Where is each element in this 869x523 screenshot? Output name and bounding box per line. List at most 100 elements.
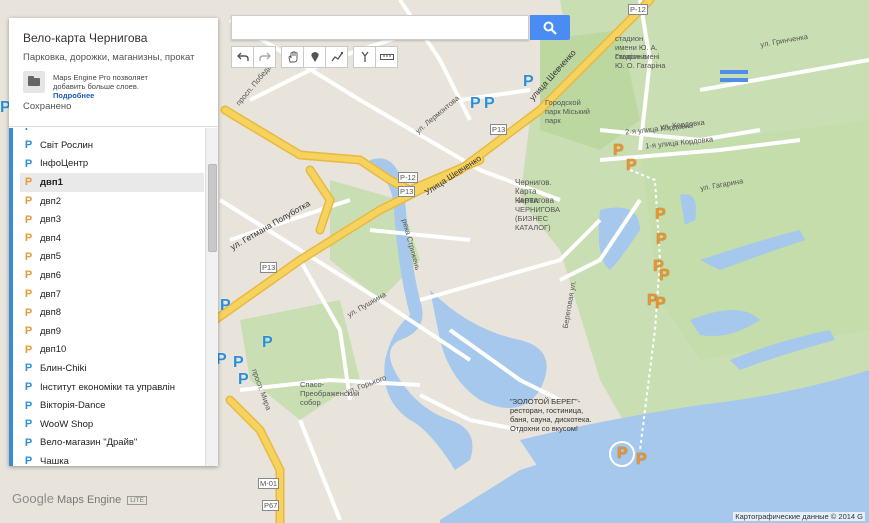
map-marker-blue[interactable]: P	[484, 96, 495, 112]
parking-pin-icon: P	[24, 139, 33, 152]
zoloty-bereg-label: "ЗОЛОТОЙ БЕРЕГ"-ресторан, гостиница, бан…	[510, 397, 592, 433]
marker-icon	[310, 52, 319, 62]
parking-pin-icon: P	[24, 343, 33, 356]
parking-pin-icon: P	[24, 250, 33, 263]
list-item[interactable]: Pдвп3	[20, 210, 204, 229]
pan-tool-button[interactable]	[281, 46, 304, 68]
draw-line-button[interactable]	[325, 46, 348, 68]
undo-button[interactable]	[231, 46, 254, 68]
parking-pin-icon: P	[24, 288, 33, 301]
list-item[interactable]: Pдвп9	[20, 322, 204, 341]
parking-pin-icon: P	[24, 399, 33, 412]
list-item[interactable]: P Вело-магазин "Драйв"	[20, 434, 204, 453]
list-item[interactable]: P Світ Рослин	[20, 136, 204, 155]
map-marker-orange[interactable]: P	[655, 296, 666, 312]
list-item-label: Вікторія-Dance	[40, 400, 106, 412]
add-marker-button[interactable]	[303, 46, 326, 68]
parking-pin-icon: P	[24, 418, 33, 431]
list-item-label: двп7	[40, 288, 62, 300]
search-button[interactable]	[530, 15, 570, 40]
route-shield-m01: М-01	[258, 478, 280, 489]
route-shield-p13-c: Р13	[260, 262, 278, 273]
copyright-text[interactable]: Картографические данные © 2014 G	[733, 512, 865, 521]
list-item-label: двп1	[40, 176, 63, 188]
map-marker-blue[interactable]: P	[523, 74, 534, 90]
map-layers-panel: Вело-карта Чернигова Парковка, дорожки, …	[9, 18, 218, 466]
map-marker-orange[interactable]: P	[656, 232, 667, 248]
map-marker-orange[interactable]: P	[613, 143, 624, 159]
list-item-label: двп4	[40, 232, 62, 244]
park-label: Городской парк Міський парк	[545, 98, 590, 125]
list-item[interactable]: Pдвп1	[20, 173, 204, 192]
route-shield-p13-b: Р13	[398, 186, 416, 197]
map-marker-orange[interactable]: P	[659, 268, 670, 284]
list-item-label: двп9	[40, 325, 62, 337]
route-shield-r12-top: Р-12	[628, 4, 648, 15]
list-item-label: двп2	[40, 195, 62, 207]
parking-pin-icon: P	[24, 232, 33, 245]
save-status: Сохранено	[23, 101, 72, 112]
list-item[interactable]: Pдвп10	[20, 341, 204, 360]
scroll-thumb[interactable]	[208, 164, 217, 252]
list-item[interactable]: Pдвп2	[20, 192, 204, 211]
lite-badge: LITE	[127, 495, 147, 505]
learn-more-link[interactable]: Подробнее	[53, 91, 94, 100]
google-maps-engine-logo: Google Maps Engine LITE	[12, 491, 147, 506]
list-item[interactable]: Pдвп8	[20, 303, 204, 322]
parking-pin-icon: P	[24, 269, 33, 282]
list-scrollbar[interactable]	[205, 128, 218, 466]
undo-icon	[236, 52, 249, 61]
list-item-partial[interactable]: P	[20, 128, 204, 136]
directions-button[interactable]	[353, 46, 376, 68]
route-shield-p67: Р67	[262, 500, 280, 511]
measure-button[interactable]	[375, 46, 398, 68]
list-item[interactable]: P Чашка	[20, 452, 204, 466]
parking-pin-icon: P	[24, 213, 33, 226]
redo-icon	[258, 52, 271, 61]
list-item[interactable]: Pдвп4	[20, 229, 204, 248]
route-shield-p13-a: Р13	[490, 124, 508, 135]
parking-pin-icon: P	[24, 325, 33, 338]
list-item[interactable]: P Вікторія-Dance	[20, 396, 204, 415]
search-input[interactable]	[231, 15, 529, 40]
map-title[interactable]: Вело-карта Чернигова	[23, 31, 147, 45]
list-item[interactable]: Pдвп6	[20, 266, 204, 285]
parking-pin-icon: P	[24, 157, 33, 170]
list-item-label: двп6	[40, 269, 62, 281]
list-item-label: WooW Shop	[40, 418, 94, 430]
stadium-label-ua: стадіон імені Ю. О. Гагаріна	[615, 52, 666, 70]
panel-divider	[9, 126, 218, 127]
list-item[interactable]: P Блин-Chiki	[20, 359, 204, 378]
map-description[interactable]: Парковка, дорожки, маганизны, прокат	[23, 52, 194, 63]
list-item[interactable]: P Інститут економіки та управлін	[20, 378, 204, 397]
places-list: PPСвіт РослинPІнфоЦентрPдвп1Pдвп2Pдвп3Pд…	[20, 128, 204, 466]
business-catalog-label: КАРТА ЧЕРНИГОВА (БИЗНЕС КАТАЛОГ)	[515, 196, 561, 232]
hand-icon	[288, 51, 297, 63]
list-item-label: двп5	[40, 251, 62, 263]
map-marker-orange[interactable]: P	[655, 207, 666, 223]
map-marker-blue[interactable]: P	[262, 335, 273, 351]
draw-line-icon	[330, 51, 343, 62]
maps-engine-label: Maps Engine	[56, 494, 122, 506]
list-item-label: Блин-Chiki	[40, 362, 87, 374]
list-item-label: двп8	[40, 307, 62, 319]
list-item[interactable]: P WooW Shop	[20, 415, 204, 434]
route-shield-r12: Р-12	[398, 172, 418, 183]
map-marker-blue[interactable]: P	[470, 96, 481, 112]
map-marker-orange[interactable]: P	[636, 452, 647, 468]
parking-pin-icon: P	[24, 128, 33, 133]
list-item-label: двп3	[40, 214, 62, 226]
folder-icon	[23, 71, 45, 93]
map-marker-orange[interactable]: P	[617, 446, 628, 462]
list-item[interactable]: P ІнфоЦентр	[20, 155, 204, 174]
list-item-label: Світ Рослин	[40, 139, 94, 151]
list-item[interactable]: Pдвп5	[20, 248, 204, 267]
map-marker-blue[interactable]: P	[238, 372, 249, 388]
map-marker-blue[interactable]: P	[220, 298, 231, 314]
map-marker-blue[interactable]: P	[233, 355, 244, 371]
redo-button[interactable]	[253, 46, 276, 68]
layer-color-bar	[9, 128, 13, 466]
list-item-label: ІнфоЦентр	[40, 158, 89, 170]
list-item[interactable]: Pдвп7	[20, 285, 204, 304]
map-marker-orange[interactable]: P	[626, 158, 637, 174]
